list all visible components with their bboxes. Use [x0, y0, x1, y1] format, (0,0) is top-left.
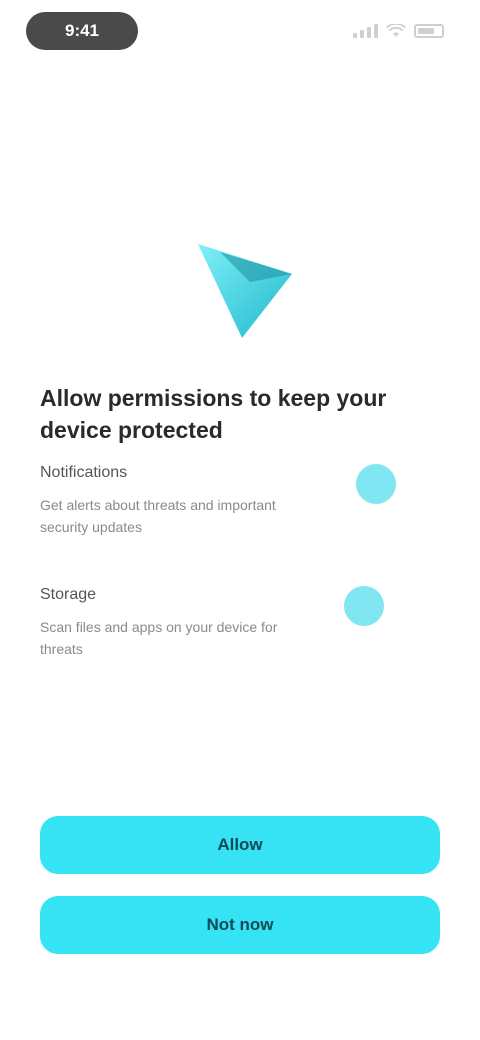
- permission-title: Notifications: [40, 464, 128, 481]
- permission-toggle-storage[interactable]: [344, 586, 384, 626]
- triangle-logo-icon: [198, 244, 292, 338]
- permission-row-storage: Storage Scan files and apps on your devi…: [40, 584, 440, 694]
- not-now-button[interactable]: Not now: [40, 896, 440, 954]
- permission-toggle-notifications[interactable]: [356, 464, 396, 504]
- wifi-icon: [386, 24, 406, 37]
- permission-row-notifications: Notifications Get alerts about threats a…: [40, 462, 440, 572]
- status-icons: [353, 22, 444, 40]
- allow-button[interactable]: Allow: [40, 816, 440, 874]
- signal-icon: [353, 24, 378, 38]
- permissions-screen: 9:41 Allow permissions to keep your devi…: [0, 0, 480, 1040]
- battery-icon: [414, 24, 444, 38]
- permission-description: Scan files and apps on your device for t…: [40, 619, 278, 657]
- page-title: Allow permissions to keep your device pr…: [40, 385, 387, 443]
- status-bar: 9:41: [0, 0, 480, 64]
- permission-title: Storage: [40, 586, 97, 603]
- permission-description: Get alerts about threats and important s…: [40, 497, 276, 535]
- status-time: 9:41: [64, 21, 100, 40]
